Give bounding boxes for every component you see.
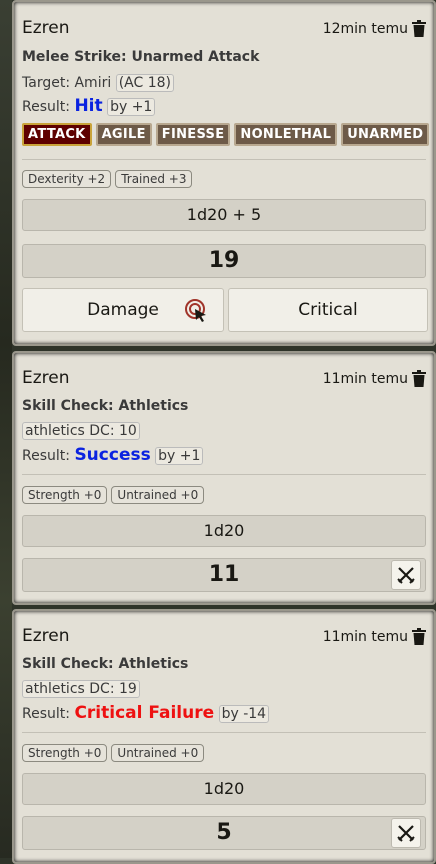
modifier-tag: Strength +0 [22,744,108,762]
message-sender: Ezren [22,368,70,388]
modifier-list: Strength +0 Untrained +0 [22,744,205,762]
delete-message-button[interactable] [412,628,426,645]
dc-line: athletics DC: 10 [22,422,140,440]
reroll-button[interactable] [391,560,421,590]
message-sender: Ezren [22,626,70,646]
dc-value: athletics DC: 19 [22,680,140,698]
result-label: Result: [22,706,70,722]
modifier-list: Strength +0 Untrained +0 [22,486,205,504]
chat-message-skill-check: Ezren 11min temu Skill Check: Athletics … [12,609,436,864]
dice-total-value: 5 [216,820,232,845]
critical-button[interactable]: Critical [228,288,428,332]
target-ac: (AC 18) [115,74,174,92]
result-label: Result: [22,448,70,464]
dice-formula[interactable]: 1d20 [22,773,426,805]
target-cursor-icon [185,299,206,322]
tag-nonlethal[interactable]: NONLETHAL [234,123,338,146]
tag-unarmed[interactable]: UNARMED [341,123,430,146]
tag-agile[interactable]: AGILE [95,123,152,146]
canvas-background [0,0,12,858]
trash-icon [412,370,426,387]
reroll-button[interactable] [391,818,421,848]
tag-finesse[interactable]: FINESSE [155,123,231,146]
message-title: Melee Strike: Unarmed Attack [22,49,260,65]
target-line: Target: Amiri (AC 18) [22,74,174,92]
delete-message-button[interactable] [412,370,426,387]
result-value: Critical Failure [74,703,215,723]
modifier-tag: Dexterity +2 [22,170,112,188]
result-value: Success [74,445,151,465]
message-sender: Ezren [22,18,70,38]
trait-tags: ATTACK AGILE FINESSE NONLETHAL UNARMED [22,123,430,146]
modifier-list: Dexterity +2 Trained +3 [22,170,193,188]
result-line: Result: Critical Failure by -14 [22,703,270,723]
modifier-tag: Untrained +0 [111,486,205,504]
modifier-tag: Trained +3 [115,170,193,188]
modifier-tag: Untrained +0 [111,744,205,762]
dc-value: athletics DC: 10 [22,422,140,440]
trash-icon [412,20,426,37]
crossed-swords-icon [397,567,415,584]
result-by: by +1 [155,447,204,465]
result-by: by +1 [107,98,156,116]
damage-button[interactable]: Damage [22,288,224,332]
divider [22,474,426,475]
dice-formula[interactable]: 1d20 [22,515,426,547]
divider [22,732,426,733]
message-title: Skill Check: Athletics [22,398,189,414]
result-label: Result: [22,99,70,115]
message-timestamp: 11min temu [322,371,408,387]
dc-line: athletics DC: 19 [22,680,140,698]
result-line: Result: Success by +1 [22,445,204,465]
tag-attack[interactable]: ATTACK [22,123,92,146]
result-by: by -14 [218,705,270,723]
modifier-tag: Strength +0 [22,486,108,504]
dice-total[interactable]: 19 [22,244,426,278]
chat-message-skill-check: Ezren 11min temu Skill Check: Athletics … [12,351,436,605]
message-timestamp: 12min temu [322,21,408,37]
delete-message-button[interactable] [412,20,426,37]
result-line: Result: Hit by +1 [22,96,156,116]
dice-total[interactable]: 5 [22,816,426,850]
dice-formula[interactable]: 1d20 + 5 [22,199,426,231]
dice-total[interactable]: 11 [22,558,426,592]
trash-icon [412,628,426,645]
result-value: Hit [74,96,103,116]
message-title: Skill Check: Athletics [22,656,189,672]
crossed-swords-icon [397,825,415,842]
dice-total-value: 11 [208,562,240,587]
divider [22,159,426,160]
chat-message-strike: Ezren 12min temu Melee Strike: Unarmed A… [12,0,436,346]
target-label: Target: Amiri [22,75,112,91]
message-timestamp: 11min temu [322,629,408,645]
damage-button-label: Damage [87,300,159,320]
